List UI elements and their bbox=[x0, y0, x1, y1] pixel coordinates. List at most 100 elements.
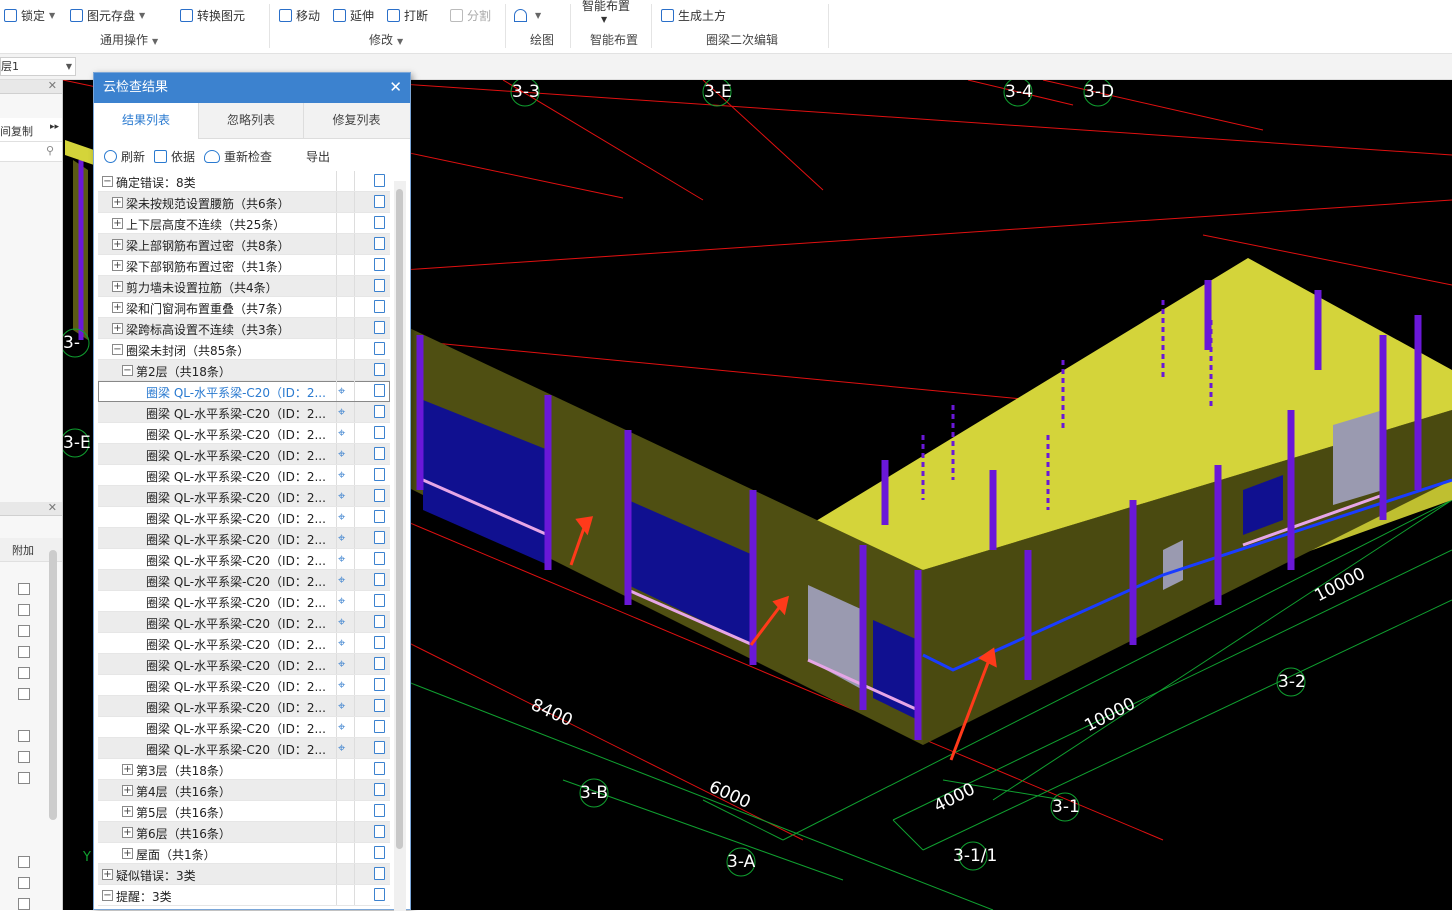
document-icon[interactable] bbox=[374, 447, 385, 460]
tree-node[interactable]: + 第6层（共16条） bbox=[98, 822, 390, 843]
document-icon[interactable] bbox=[374, 216, 385, 229]
document-icon[interactable] bbox=[374, 699, 385, 712]
export-button[interactable]: 导出 bbox=[306, 148, 330, 165]
locate-icon[interactable]: ⌖ bbox=[338, 426, 345, 441]
document-icon[interactable] bbox=[374, 867, 385, 880]
draw-arc-button[interactable]: ▼ bbox=[514, 4, 541, 26]
locate-icon[interactable]: ⌖ bbox=[338, 720, 345, 735]
collapse-icon[interactable]: − bbox=[102, 176, 113, 187]
locate-icon[interactable]: ⌖ bbox=[338, 678, 345, 693]
expand-icon[interactable]: + bbox=[112, 323, 123, 334]
document-icon[interactable] bbox=[374, 720, 385, 733]
smart-layout-dropdown[interactable]: ▼ bbox=[601, 8, 607, 30]
error-item[interactable]: 圈梁 QL-水平系梁-C20（ID：2... ⌖ bbox=[98, 675, 390, 696]
checkbox[interactable] bbox=[18, 583, 30, 595]
checkbox[interactable] bbox=[18, 667, 30, 679]
expand-icon[interactable]: ▸▸ bbox=[50, 122, 59, 132]
tab-results[interactable]: 结果列表 bbox=[94, 103, 199, 139]
tree-node[interactable]: − 第2层（共18条） bbox=[98, 360, 390, 381]
locate-icon[interactable]: ⌖ bbox=[338, 489, 345, 504]
expand-icon[interactable]: + bbox=[112, 218, 123, 229]
document-icon[interactable] bbox=[374, 510, 385, 523]
save-elements-button[interactable]: 图元存盘 ▼ bbox=[70, 4, 145, 26]
error-item[interactable]: 圈梁 QL-水平系梁-C20（ID：2... ⌖ bbox=[98, 654, 390, 675]
tree-node[interactable]: + 梁下部钢筋布置过密（共1条） bbox=[98, 255, 390, 276]
document-icon[interactable] bbox=[374, 405, 385, 418]
break-button[interactable]: 打断 bbox=[387, 4, 428, 26]
document-icon[interactable] bbox=[374, 174, 385, 187]
document-icon[interactable] bbox=[374, 573, 385, 586]
document-icon[interactable] bbox=[374, 195, 385, 208]
expand-icon[interactable]: + bbox=[112, 302, 123, 313]
checkbox[interactable] bbox=[18, 646, 30, 658]
document-icon[interactable] bbox=[374, 468, 385, 481]
expand-icon[interactable]: + bbox=[122, 848, 133, 859]
expand-icon[interactable]: + bbox=[122, 806, 133, 817]
locate-icon[interactable]: ⌖ bbox=[338, 384, 345, 399]
tab-fixed[interactable]: 修复列表 bbox=[304, 103, 409, 139]
document-icon[interactable] bbox=[374, 594, 385, 607]
copy-label[interactable]: 间复制 bbox=[0, 123, 33, 139]
document-icon[interactable] bbox=[374, 552, 385, 565]
document-icon[interactable] bbox=[374, 363, 385, 376]
collapse-icon[interactable]: − bbox=[122, 365, 133, 376]
scrollbar[interactable] bbox=[49, 550, 57, 820]
error-item[interactable]: 圈梁 QL-水平系梁-C20（ID：2... ⌖ bbox=[98, 738, 390, 759]
group-general[interactable]: 通用操作 ▼ bbox=[100, 31, 158, 49]
document-icon[interactable] bbox=[374, 846, 385, 859]
document-icon[interactable] bbox=[374, 279, 385, 292]
tree-node[interactable]: − 确定错误：8类 bbox=[98, 171, 390, 192]
collapse-icon[interactable]: − bbox=[112, 344, 123, 355]
error-item[interactable]: 圈梁 QL-水平系梁-C20（ID：2... ⌖ bbox=[98, 528, 390, 549]
error-item[interactable]: 圈梁 QL-水平系梁-C20（ID：2... ⌖ bbox=[98, 381, 390, 402]
split-button[interactable]: 分割 bbox=[450, 4, 491, 26]
recheck-button[interactable]: 重新检查 bbox=[204, 148, 272, 165]
document-icon[interactable] bbox=[374, 321, 385, 334]
floor-select[interactable]: 层1 ▼ bbox=[0, 57, 76, 76]
tree-node[interactable]: + 梁上部钢筋布置过密（共8条） bbox=[98, 234, 390, 255]
document-icon[interactable] bbox=[374, 258, 385, 271]
filter-input[interactable]: ⚲ bbox=[0, 142, 62, 162]
error-item[interactable]: 圈梁 QL-水平系梁-C20（ID：2... ⌖ bbox=[98, 486, 390, 507]
expand-icon[interactable]: + bbox=[102, 869, 113, 880]
tree-node[interactable]: + 第3层（共18条） bbox=[98, 759, 390, 780]
document-icon[interactable] bbox=[374, 825, 385, 838]
error-item[interactable]: 圈梁 QL-水平系梁-C20（ID：2... ⌖ bbox=[98, 612, 390, 633]
document-icon[interactable] bbox=[374, 615, 385, 628]
locate-icon[interactable]: ⌖ bbox=[338, 615, 345, 630]
tree-node[interactable]: + 上下层高度不连续（共25条） bbox=[98, 213, 390, 234]
locate-icon[interactable]: ⌖ bbox=[338, 405, 345, 420]
error-item[interactable]: 圈梁 QL-水平系梁-C20（ID：2... ⌖ bbox=[98, 444, 390, 465]
tree-node[interactable]: + 剪力墙未设置拉筋（共4条） bbox=[98, 276, 390, 297]
error-item[interactable]: 圈梁 QL-水平系梁-C20（ID：2... ⌖ bbox=[98, 402, 390, 423]
expand-icon[interactable]: + bbox=[122, 764, 133, 775]
basis-button[interactable]: 依据 bbox=[154, 148, 195, 165]
tree-node[interactable]: − 提醒：3类 bbox=[98, 885, 390, 906]
checkbox[interactable] bbox=[18, 604, 30, 616]
tree-node[interactable]: − 圈梁未封闭（共85条） bbox=[98, 339, 390, 360]
error-item[interactable]: 圈梁 QL-水平系梁-C20（ID：2... ⌖ bbox=[98, 549, 390, 570]
locate-icon[interactable]: ⌖ bbox=[338, 510, 345, 525]
document-icon[interactable] bbox=[374, 489, 385, 502]
document-icon[interactable] bbox=[374, 888, 385, 901]
document-icon[interactable] bbox=[374, 678, 385, 691]
checkbox[interactable] bbox=[18, 772, 30, 784]
document-icon[interactable] bbox=[374, 342, 385, 355]
tree-node[interactable]: + 疑似错误：3类 bbox=[98, 864, 390, 885]
tree-node[interactable]: + 梁未按规范设置腰筋（共6条） bbox=[98, 192, 390, 213]
document-icon[interactable] bbox=[374, 741, 385, 754]
checkbox[interactable] bbox=[18, 877, 30, 889]
tree-node[interactable]: + 梁和门窗洞布置重叠（共7条） bbox=[98, 297, 390, 318]
close-icon[interactable]: ✕ bbox=[48, 79, 57, 92]
expand-icon[interactable]: + bbox=[122, 785, 133, 796]
error-item[interactable]: 圈梁 QL-水平系梁-C20（ID：2... ⌖ bbox=[98, 570, 390, 591]
expand-icon[interactable]: + bbox=[122, 827, 133, 838]
lock-button[interactable]: 锁定 ▼ bbox=[4, 4, 55, 26]
close-icon[interactable]: ✕ bbox=[48, 501, 57, 514]
checkbox[interactable] bbox=[18, 688, 30, 700]
locate-icon[interactable]: ⌖ bbox=[338, 636, 345, 651]
scrollbar-thumb[interactable] bbox=[396, 189, 403, 849]
error-item[interactable]: 圈梁 QL-水平系梁-C20（ID：2... ⌖ bbox=[98, 465, 390, 486]
locate-icon[interactable]: ⌖ bbox=[338, 657, 345, 672]
group-modify[interactable]: 修改 ▼ bbox=[369, 31, 403, 49]
